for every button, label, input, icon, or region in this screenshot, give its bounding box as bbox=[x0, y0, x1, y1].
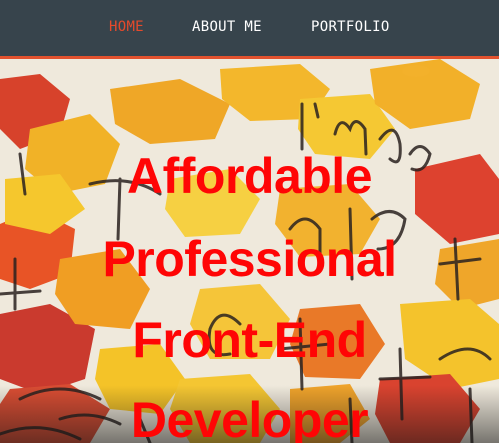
headline-line-3: Front-End bbox=[132, 311, 367, 368]
top-navbar: HOME ABOUT ME PORTFOLIO bbox=[0, 0, 499, 59]
hero-section: Affordable Professional Front-End Develo… bbox=[0, 59, 499, 443]
headline-line-2: Professional bbox=[102, 230, 397, 287]
headline-line-4: Developer bbox=[130, 391, 369, 443]
page: HOME ABOUT ME PORTFOLIO Affordable Profe… bbox=[0, 0, 499, 443]
nav-link-home[interactable]: HOME bbox=[109, 18, 144, 36]
nav-link-about-me[interactable]: ABOUT ME bbox=[192, 18, 262, 36]
nav-link-portfolio[interactable]: PORTFOLIO bbox=[311, 18, 390, 36]
headline-line-1: Affordable bbox=[127, 147, 373, 204]
